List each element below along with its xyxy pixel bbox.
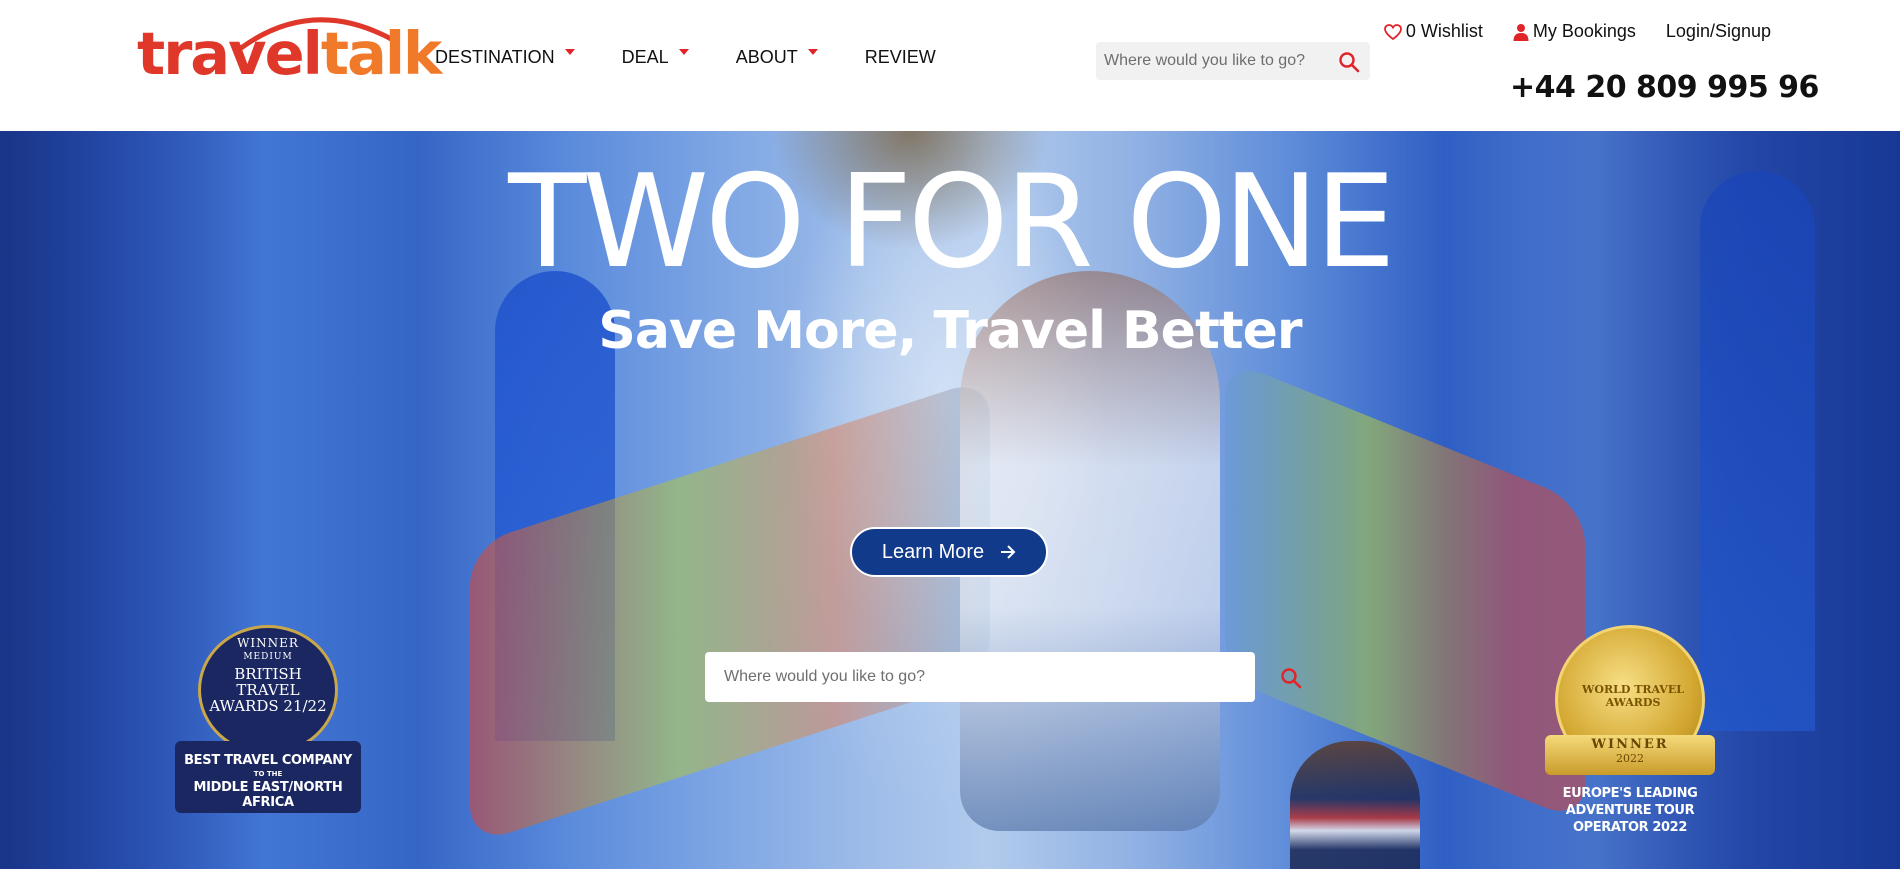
hero-banner: TWO FOR ONE Save More, Travel Better Lea… bbox=[0, 131, 1900, 869]
award-line3: MIDDLE EAST/NORTH AFRICA bbox=[193, 780, 343, 810]
award-winner-text: WINNER bbox=[237, 636, 299, 650]
ribbon-winner-text: WINNER bbox=[1591, 737, 1669, 752]
hero-subtitle: Save More, Travel Better bbox=[598, 301, 1302, 361]
seal-text: WORLD TRAVEL AWARDS bbox=[1582, 683, 1684, 709]
hero-search-input[interactable] bbox=[705, 668, 1255, 686]
header-search-input[interactable] bbox=[1096, 52, 1326, 70]
heart-icon bbox=[1383, 23, 1402, 40]
ribbon-year-text: 2022 bbox=[1616, 752, 1644, 765]
world-travel-awards-badge: WORLD TRAVEL AWARDS WINNER 2022 EUROPE'S… bbox=[1535, 625, 1725, 835]
nav-about-label: ABOUT bbox=[735, 47, 798, 67]
nav-destination[interactable]: DESTINATION bbox=[435, 47, 575, 68]
award-title-text: BRITISH TRAVEL AWARDS 21/22 bbox=[209, 665, 327, 715]
award-seal: WINNER MEDIUM BRITISH TRAVEL AWARDS 21/2… bbox=[198, 625, 338, 755]
learn-more-label: Learn More bbox=[881, 540, 985, 563]
my-bookings-link[interactable]: My Bookings bbox=[1513, 21, 1636, 42]
traveltalk-logo[interactable]: traveltalk bbox=[137, 10, 442, 88]
award-banner: BEST TRAVEL COMPANY TO THE MIDDLE EAST/N… bbox=[175, 741, 361, 813]
learn-more-button[interactable]: Learn More bbox=[850, 527, 1048, 577]
nav-deal[interactable]: DEAL bbox=[622, 47, 689, 68]
login-signup-label: Login/Signup bbox=[1665, 21, 1771, 41]
login-signup-link[interactable]: Login/Signup bbox=[1666, 21, 1771, 42]
utility-links: 0 Wishlist My Bookings Login/Signup bbox=[1383, 21, 1771, 42]
winner-ribbon: WINNER 2022 bbox=[1545, 735, 1715, 775]
caret-down-icon bbox=[807, 48, 818, 55]
site-header: traveltalk DESTINATION DEAL ABOUT REVIEW bbox=[0, 0, 1900, 131]
award-line1: BEST TRAVEL COMPANY bbox=[184, 753, 352, 768]
user-icon bbox=[1513, 23, 1529, 41]
award-medium-text: MEDIUM bbox=[243, 652, 293, 662]
hero-title: TWO FOR ONE bbox=[508, 148, 1396, 297]
caret-down-icon bbox=[564, 48, 575, 55]
award-line2: TO THE bbox=[253, 770, 283, 778]
hero-search-box bbox=[705, 652, 1255, 702]
header-search-box bbox=[1096, 42, 1370, 80]
nav-deal-label: DEAL bbox=[621, 47, 669, 67]
arrow-right-icon bbox=[1001, 545, 1016, 559]
caret-down-icon bbox=[678, 48, 689, 55]
search-icon[interactable] bbox=[1280, 667, 1302, 689]
main-nav: DESTINATION DEAL ABOUT REVIEW bbox=[435, 47, 936, 68]
award-caption: EUROPE'S LEADING ADVENTURE TOUR OPERATOR… bbox=[1562, 786, 1698, 835]
logo-wordmark: traveltalk bbox=[137, 19, 442, 88]
nav-review-label: REVIEW bbox=[864, 47, 936, 67]
hero-bg-child bbox=[1290, 741, 1420, 869]
search-icon[interactable] bbox=[1338, 51, 1360, 73]
nav-review[interactable]: REVIEW bbox=[865, 47, 936, 68]
nav-destination-label: DESTINATION bbox=[435, 47, 555, 67]
wishlist-link[interactable]: 0 Wishlist bbox=[1383, 21, 1483, 42]
nav-about[interactable]: ABOUT bbox=[736, 47, 818, 68]
wishlist-label: 0 Wishlist bbox=[1405, 21, 1483, 41]
british-travel-awards-badge: WINNER MEDIUM BRITISH TRAVEL AWARDS 21/2… bbox=[175, 625, 361, 813]
my-bookings-label: My Bookings bbox=[1532, 21, 1636, 41]
phone-number[interactable]: +44 20 809 995 96 bbox=[1510, 70, 1819, 105]
